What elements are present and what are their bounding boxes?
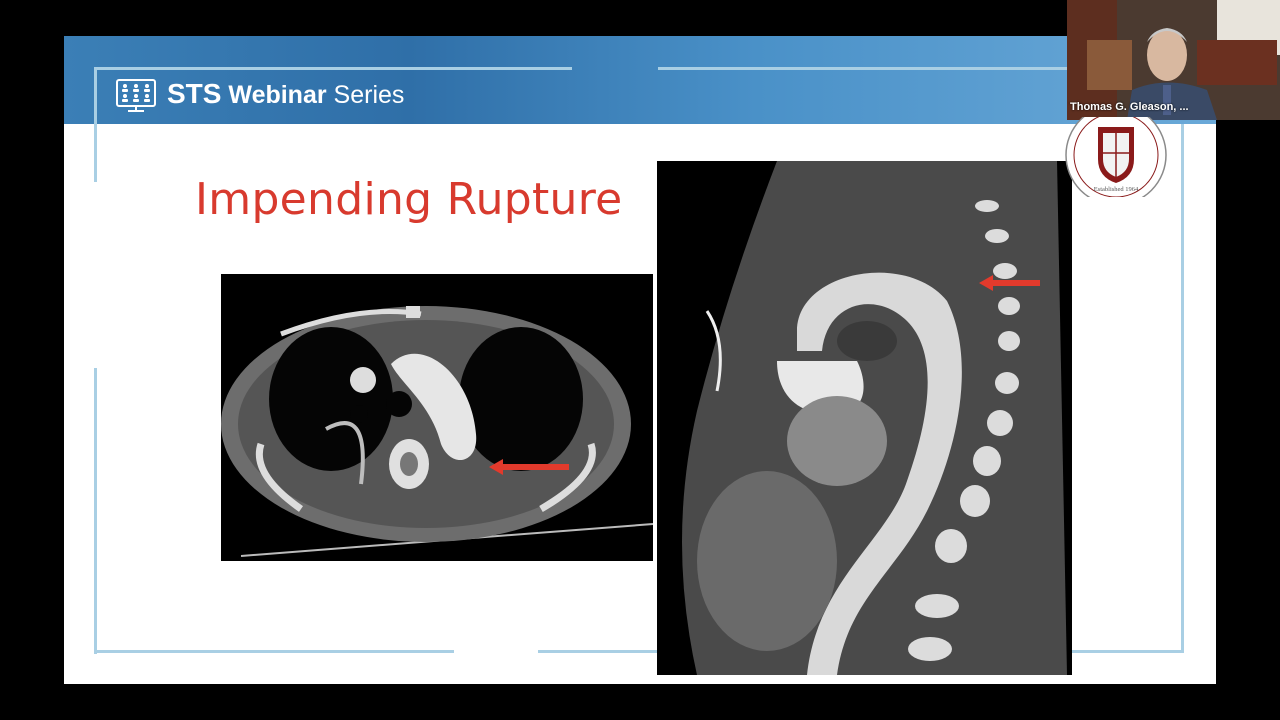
frame-line-left-upper (94, 67, 97, 182)
frame-line-bottom-right (1072, 650, 1184, 653)
brand-series: Series (333, 81, 405, 109)
frame-line-top-right (658, 67, 1068, 70)
participant-name: Thomas G. Gleason, ... (1070, 101, 1189, 113)
frame-line-right (1181, 124, 1184, 653)
society-seal-logo: Established 1964 (1065, 117, 1167, 197)
brand-webinar: Webinar (228, 81, 327, 109)
frame-line-bottom-left (94, 650, 454, 653)
webinar-logo-icon (116, 79, 156, 112)
axial-ct-image (221, 274, 653, 561)
slide: STS Webinar Series Impending Rupture (64, 36, 1216, 684)
frame-line-bottom-mid (538, 650, 658, 653)
sagittal-ct-image (657, 161, 1072, 675)
frame-line-top-left (94, 67, 572, 70)
frame-line-left-lower (94, 368, 97, 654)
seal-text: Established 1964 (1094, 186, 1139, 193)
series-brand: STS Webinar Series (167, 78, 404, 110)
slide-title: Impending Rupture (195, 174, 623, 225)
brand-sts: STS (167, 78, 222, 109)
